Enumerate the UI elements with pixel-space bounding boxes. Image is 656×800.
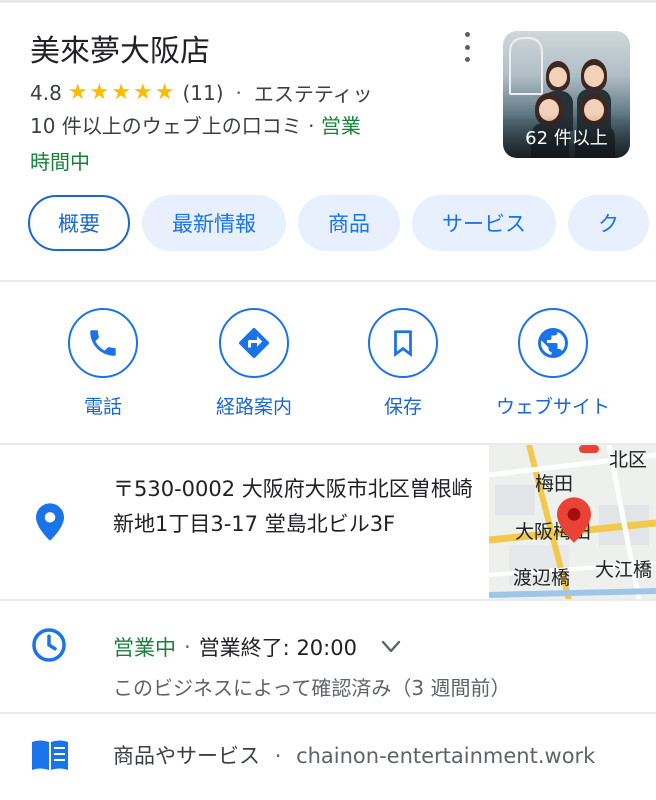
phone-icon (90, 330, 116, 356)
map-label: 大江橋 (595, 559, 653, 581)
separator: · (308, 114, 315, 138)
call-label: 電話 (83, 396, 122, 418)
section-divider (0, 280, 656, 282)
directions-button[interactable]: 経路案内 (179, 308, 329, 419)
website-label: ウェブサイト (495, 396, 610, 418)
map-marker-icon (557, 497, 591, 543)
address-text[interactable]: 〒530-0002 大阪府大阪市北区曽根崎新地1丁目3-17 堂島北ビル3F (113, 472, 473, 542)
save-button[interactable]: 保存 (328, 308, 478, 419)
save-label: 保存 (383, 396, 422, 418)
photo-count-label: 62 件以上 (525, 128, 608, 149)
tab-overview[interactable]: 概要 (28, 195, 130, 251)
book-icon (32, 740, 68, 770)
website-button[interactable]: ウェブサイト (478, 308, 628, 419)
star-rating-icon: ★★★★★ (67, 80, 177, 105)
map-label: 北区 (609, 449, 648, 471)
hours-row[interactable]: 営業中 · 営業終了: 20:00 (113, 632, 401, 662)
web-reviews-row: 10 件以上のウェブ上の口コミ · 営業 (30, 110, 361, 139)
tab-more[interactable]: ク (568, 195, 649, 251)
photo-background-arch (509, 37, 543, 95)
separator: · (235, 80, 242, 105)
products-row: 商品やサービス · chainon-entertainment.work (113, 740, 595, 770)
business-photo-thumbnail[interactable]: 62 件以上 (503, 31, 630, 158)
location-pin-icon (36, 503, 64, 541)
tab-services[interactable]: サービス (412, 195, 556, 251)
business-name: 美來夢大阪店 (30, 34, 210, 69)
tab-updates[interactable]: 最新情報 (142, 195, 286, 251)
rating-value: 4.8 (30, 80, 62, 105)
hours-open-status: 営業中 (113, 636, 176, 660)
separator: · (274, 744, 282, 768)
map-label: 渡辺橋 (513, 567, 571, 589)
tab-chip-bar: 概要 最新情報 商品 サービス ク (28, 195, 649, 251)
business-category: エステティッ (253, 82, 373, 106)
map-label: 梅田 (535, 473, 574, 495)
call-button[interactable]: 電話 (28, 308, 178, 419)
more-options-icon[interactable] (456, 32, 478, 62)
open-status-continued: 時間中 (30, 150, 90, 174)
products-link[interactable]: chainon-entertainment.work (296, 744, 595, 768)
verified-note: このビジネスによって確認済み（3 週間前） (113, 676, 511, 700)
review-count[interactable]: (11) (182, 81, 223, 105)
section-divider (0, 599, 656, 601)
products-label[interactable]: 商品やサービス (113, 744, 260, 768)
clock-icon (32, 628, 66, 662)
directions-label: 経路案内 (215, 396, 292, 418)
bookmark-icon (394, 330, 412, 357)
rating-row: 4.8 ★★★★★ (11) · エステティッ (30, 78, 373, 107)
web-reviews-link[interactable]: 10 件以上のウェブ上の口コミ (30, 114, 302, 138)
map-thumbnail[interactable]: 北区 梅田 大阪梅田 渡辺橋 大江橋 (489, 445, 656, 600)
top-divider (0, 0, 656, 3)
open-status: 営業 (320, 114, 361, 138)
globe-icon (538, 328, 568, 358)
separator: · (184, 635, 191, 659)
directions-icon (238, 327, 270, 359)
tab-products[interactable]: 商品 (298, 195, 400, 251)
chevron-down-icon[interactable] (381, 640, 401, 654)
section-divider (0, 712, 656, 714)
closing-time: 営業終了: 20:00 (198, 636, 357, 660)
